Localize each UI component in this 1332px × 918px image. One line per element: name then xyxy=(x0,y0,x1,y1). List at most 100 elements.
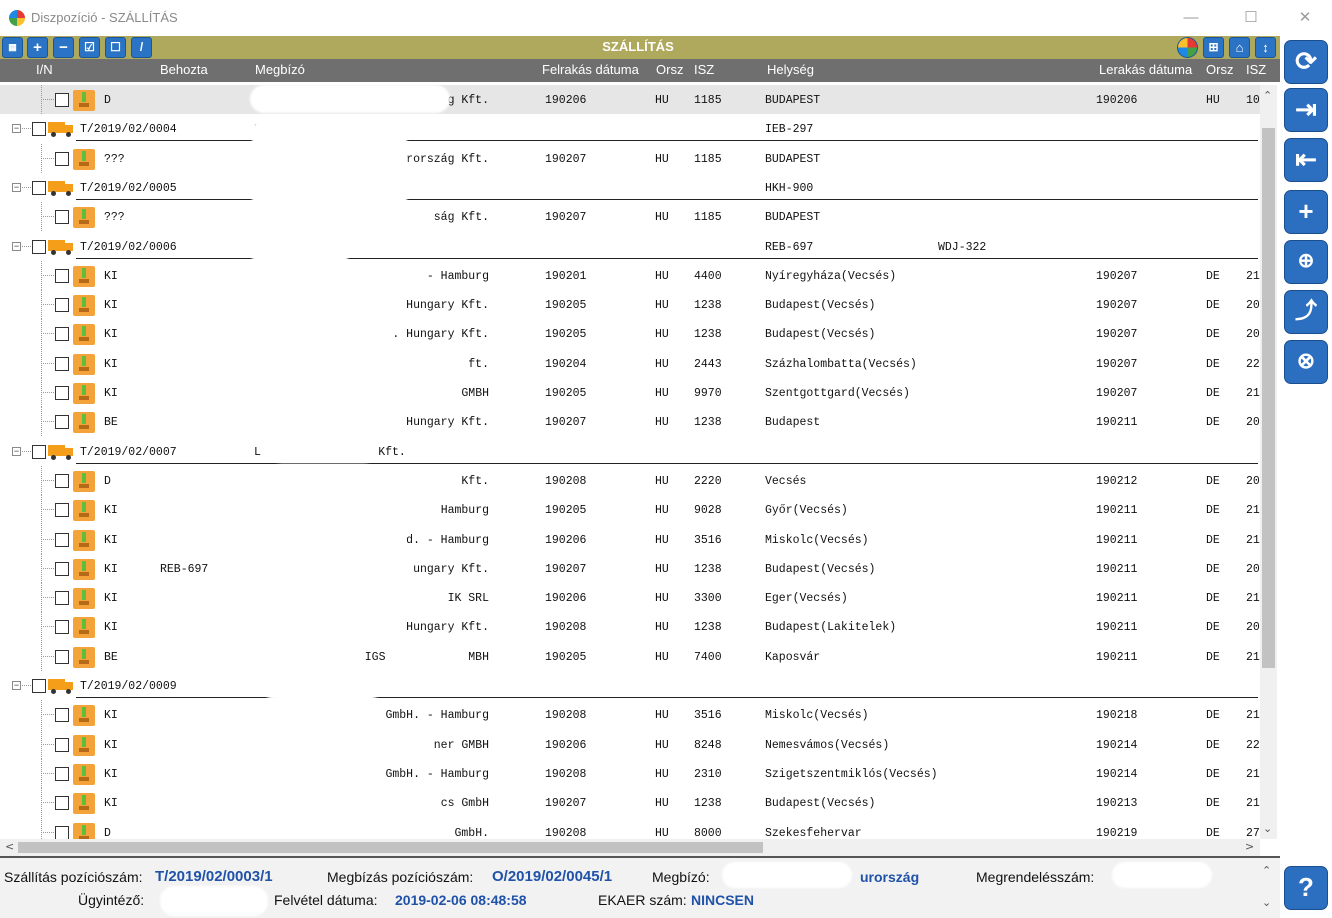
col-in[interactable]: I/N xyxy=(36,62,53,77)
table-row[interactable]: BE IGS MBH 190205 HU 7400 Kaposvár 190211 DE 21 xyxy=(0,642,1260,671)
row-checkbox[interactable] xyxy=(55,269,69,283)
minus-icon[interactable]: − xyxy=(53,37,74,58)
table-row[interactable]: KI d. - Hamburg 190206 HU 3516 Miskolc(Vecsés… xyxy=(0,525,1260,554)
row-checkbox[interactable] xyxy=(55,210,69,224)
footer-scroll-down[interactable]: ⌄ xyxy=(1262,896,1271,909)
row-checkbox[interactable] xyxy=(55,386,69,400)
table-icon[interactable]: ▦ xyxy=(2,37,23,58)
scroll-right-arrow[interactable]: > xyxy=(1245,840,1254,853)
row-checkbox[interactable] xyxy=(55,562,69,576)
logout-icon[interactable]: ⇤ xyxy=(1284,138,1328,182)
row-checkbox[interactable] xyxy=(55,93,69,107)
col-helyseg[interactable]: Helység xyxy=(767,62,814,77)
check-box-icon[interactable]: ☑ xyxy=(79,37,100,58)
row-checkbox[interactable] xyxy=(55,620,69,634)
row-checkbox[interactable] xyxy=(55,826,69,839)
table-row[interactable]: KI. Hungary Kft. 190205 HU 1238 Budapest(Vec… xyxy=(0,319,1260,348)
group-row[interactable]: −T/2019/02/0005ROPE KftHKH-900 xyxy=(0,173,1260,202)
route-icon[interactable]: ⤴ xyxy=(1284,290,1328,334)
group-row[interactable]: − T/2019/02/0006 REB-697 WDJ-322 xyxy=(0,232,1260,261)
footer-scroll-up[interactable]: ⌃ xyxy=(1262,864,1271,877)
pencil-icon[interactable]: / xyxy=(131,37,152,58)
scroll-left-arrow[interactable]: < xyxy=(5,840,14,853)
globe-search-icon[interactable]: ⊗ xyxy=(1284,340,1328,384)
login-icon[interactable]: ⇥ xyxy=(1284,88,1328,132)
col-felrakas[interactable]: Felrakás dátuma xyxy=(542,62,639,77)
grid-toolbar: ▦ + − ☑ ☐ / SZÁLLÍTÁS ⊞ ⌂ ↕ xyxy=(0,36,1280,59)
scroll-down-arrow[interactable]: ⌄ xyxy=(1263,822,1272,835)
group-row[interactable]: −T/2019/02/0004PE KftIEB-297 xyxy=(0,114,1260,143)
col-behozta[interactable]: Behozta xyxy=(160,62,208,77)
home-icon[interactable]: ⌂ xyxy=(1229,37,1250,58)
col-lerakas[interactable]: Lerakás dátuma xyxy=(1099,62,1192,77)
table-row[interactable]: KI GmbH. - Hamburg 190208 HU 2310 Szigetszent… xyxy=(0,759,1260,788)
row-checkbox[interactable] xyxy=(55,708,69,722)
row-checkbox[interactable] xyxy=(55,327,69,341)
row-checkbox[interactable] xyxy=(55,415,69,429)
table-row[interactable]: KI GMBH 190205 HU 9970 Szentgottgard(Vecsés) 1… xyxy=(0,378,1260,407)
plus-icon[interactable]: + xyxy=(27,37,48,58)
collapse-toggle-icon[interactable]: − xyxy=(12,124,21,133)
maximize-button[interactable]: ☐ xyxy=(1236,6,1266,30)
vertical-scroll-thumb[interactable] xyxy=(1262,128,1275,668)
row-checkbox[interactable] xyxy=(55,650,69,664)
table-row[interactable]: ??? ság Kft. 190207 HU 1185 BUDAPEST xyxy=(0,202,1260,231)
plus-icon[interactable]: + xyxy=(1284,190,1328,234)
row-checkbox[interactable] xyxy=(32,679,46,693)
collapse-toggle-icon[interactable]: − xyxy=(12,183,21,192)
table-row[interactable]: KI ft. 190204 HU 2443 Százhalombatta(Vecsés) 1… xyxy=(0,349,1260,378)
isz-cell: 2310 xyxy=(694,768,722,781)
row-checkbox[interactable] xyxy=(32,181,46,195)
horizontal-scroll-thumb[interactable] xyxy=(18,842,763,853)
col-megbizo[interactable]: Megbízó xyxy=(255,62,305,77)
row-checkbox[interactable] xyxy=(55,503,69,517)
table-row[interactable]: KI ner GMBH 190206 HU 8248 Nemesvámos(Vecsés)… xyxy=(0,730,1260,759)
collapse-toggle-icon[interactable]: − xyxy=(12,242,21,251)
table-row[interactable]: KI GmbH. - Hamburg 190208 HU 3516 Miskolc(Vec… xyxy=(0,700,1260,729)
table-row[interactable]: KI REB-697 ungary Kft. 190207 HU 1238 Budapest… xyxy=(0,554,1260,583)
col-orsz2[interactable]: Orsz xyxy=(1206,62,1233,77)
folder-add-icon[interactable]: ⊕ xyxy=(1284,240,1328,284)
table-row[interactable]: D GmbH. 190208 HU 8000 Szekesfehervar 190219 DE… xyxy=(0,818,1260,839)
close-button[interactable]: ✕ xyxy=(1290,6,1320,30)
table-row[interactable]: ??? rország Kft. 190207 HU 1185 BUDAPEST xyxy=(0,144,1260,173)
col-isz[interactable]: ISZ xyxy=(694,62,714,77)
table-row[interactable]: Dg Kft. 190206 HU 1185 BUDAPEST 190206 HU 10 xyxy=(0,85,1260,114)
row-checkbox[interactable] xyxy=(55,738,69,752)
row-checkbox[interactable] xyxy=(55,767,69,781)
refresh-icon[interactable]: ⟳ xyxy=(1284,40,1328,84)
minimize-button[interactable]: — xyxy=(1176,6,1206,30)
scroll-up-arrow[interactable]: ⌃ xyxy=(1263,89,1272,102)
table-row[interactable]: KI - Hamburg 190201 HU 4400 Nyíregyháza(Vecsé… xyxy=(0,261,1260,290)
table-row[interactable]: KI Hungary Kft. 190208 HU 1238 Budapest(Lakit… xyxy=(0,612,1260,641)
sort-icon[interactable]: ↕ xyxy=(1255,37,1276,58)
row-checkbox[interactable] xyxy=(32,445,46,459)
col-orsz[interactable]: Orsz xyxy=(656,62,683,77)
row-checkbox[interactable] xyxy=(55,474,69,488)
col-isz2[interactable]: ISZ xyxy=(1246,62,1266,77)
grid-icon[interactable]: ⊞ xyxy=(1203,37,1224,58)
orsz2-cell: DE xyxy=(1206,739,1220,752)
group-row[interactable]: −T/2019/02/0007L s Kft. xyxy=(0,437,1260,466)
row-checkbox[interactable] xyxy=(55,298,69,312)
row-checkbox[interactable] xyxy=(55,796,69,810)
color-wheel-icon[interactable] xyxy=(1177,37,1198,58)
table-row[interactable]: KI cs GmbH 190207 HU 1238 Budapest(Vecsés) 190… xyxy=(0,788,1260,817)
collapse-toggle-icon[interactable]: − xyxy=(12,447,21,456)
table-row[interactable]: KI Hungary Kft. 190205 HU 1238 Budapest(Vecsé… xyxy=(0,290,1260,319)
collapse-toggle-icon[interactable]: − xyxy=(12,681,21,690)
row-checkbox[interactable] xyxy=(55,591,69,605)
table-row[interactable]: D Kft. 190208 HU 2220 Vecsés 190212 DE 20 xyxy=(0,466,1260,495)
table-row[interactable]: KI TR. IK SRL 190206 HU 3300 Eger(Vecsés) 1902… xyxy=(0,583,1260,612)
table-row[interactable]: BE Hungary Kft. 190207 HU 1238 Budapest 190211… xyxy=(0,407,1260,436)
row-checkbox[interactable] xyxy=(32,122,46,136)
lerakas-cell: 190211 xyxy=(1096,592,1138,605)
help-button[interactable]: ? xyxy=(1284,866,1328,910)
group-row[interactable]: − T/2019/02/0009 xyxy=(0,671,1260,700)
row-checkbox[interactable] xyxy=(32,240,46,254)
row-checkbox[interactable] xyxy=(55,533,69,547)
empty-box-icon[interactable]: ☐ xyxy=(105,37,126,58)
row-checkbox[interactable] xyxy=(55,357,69,371)
row-checkbox[interactable] xyxy=(55,152,69,166)
table-row[interactable]: KI Hamburg 190205 HU 9028 Győr(Vecsés) 190211 D… xyxy=(0,495,1260,524)
